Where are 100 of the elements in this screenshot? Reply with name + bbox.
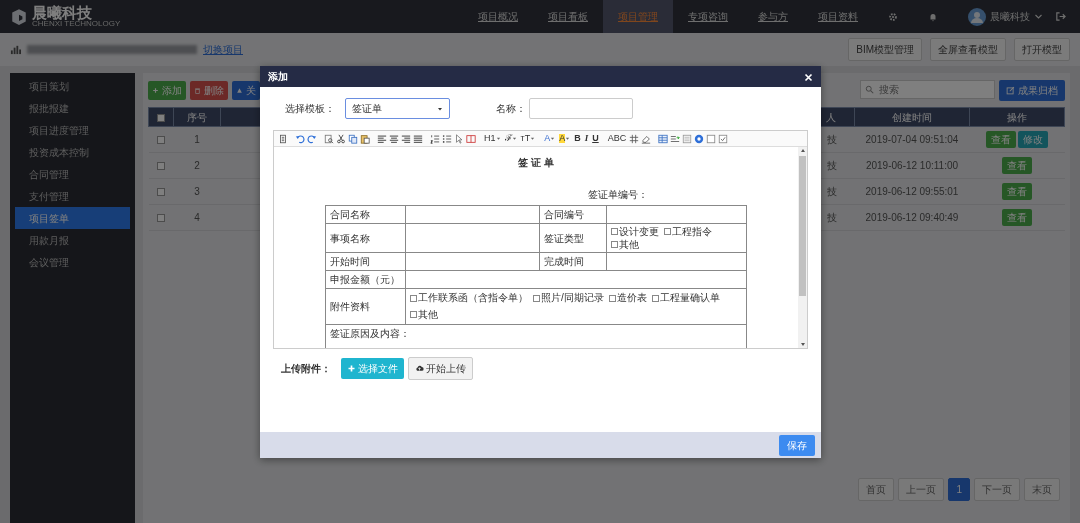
sidebar-item[interactable]: 报批报建 [15, 97, 130, 119]
checkbox[interactable] [157, 136, 165, 145]
document-title: 签 证 单 [517, 156, 555, 170]
form-label: 附件资料 [330, 301, 370, 312]
trash-icon [194, 87, 201, 94]
format-button[interactable]: A [543, 134, 557, 143]
copy-icon[interactable] [348, 133, 358, 144]
checkbox[interactable] [157, 188, 165, 197]
align-center-icon[interactable] [389, 133, 399, 144]
table-cell: 3 [194, 186, 200, 197]
settings-icon[interactable] [888, 11, 898, 22]
redo-icon[interactable] [307, 133, 317, 144]
align-left-icon[interactable] [377, 133, 387, 144]
checkbox[interactable] [157, 162, 165, 171]
search-field[interactable]: 搜索 [860, 80, 995, 99]
paste-icon[interactable] [360, 133, 370, 144]
checkbox-option[interactable]: 工程量确认单 [651, 290, 720, 306]
scroll-down-icon[interactable] [799, 342, 806, 348]
name-input[interactable] [529, 98, 633, 119]
toolbar-button[interactable]: 删除 [190, 81, 228, 100]
sidebar-item[interactable]: 项目进度管理 [15, 119, 130, 141]
nav-tab[interactable]: 项目管理 [603, 0, 673, 33]
action-button[interactable]: 查看 [986, 131, 1016, 148]
upload-label: 上传附件： [281, 362, 331, 376]
cut-icon[interactable] [336, 133, 346, 144]
help-icon[interactable] [694, 133, 705, 144]
table-icon[interactable] [658, 133, 669, 144]
bell-icon[interactable] [928, 11, 938, 22]
model-button[interactable]: 打开模型 [1014, 38, 1070, 61]
logout-icon[interactable] [1055, 11, 1066, 22]
page-button[interactable]: 首页 [858, 478, 895, 501]
toolbar-button[interactable]: 关 [232, 81, 260, 100]
justify-icon[interactable] [413, 133, 423, 144]
format-button[interactable]: ABC [606, 134, 628, 143]
action-button[interactable]: 查看 [1002, 183, 1032, 200]
avatar-icon[interactable] [968, 7, 986, 26]
toolbar-button[interactable]: 添加 [148, 81, 186, 100]
undo-icon[interactable] [295, 133, 305, 144]
table-cell: 1 [194, 134, 200, 145]
plus-icon [347, 364, 356, 373]
format-button[interactable]: I [583, 134, 590, 143]
dropdown-caret-icon [437, 105, 443, 112]
format-button[interactable]: тT [519, 134, 537, 143]
cursor-icon[interactable] [454, 133, 464, 144]
upload-button[interactable]: 开始上传 [408, 357, 473, 380]
checkbox-option[interactable]: 其他 [611, 238, 639, 251]
checkbox-option[interactable]: 工作联系函（含指令单） [410, 290, 528, 306]
checkbox-icon[interactable] [706, 133, 717, 144]
checkbox-option[interactable]: 设计变更 [611, 225, 659, 238]
checkbox[interactable] [157, 113, 165, 122]
plus-icon [152, 87, 159, 94]
page-button[interactable]: 末页 [1024, 478, 1060, 501]
sidebar-item[interactable]: 项目签单 [15, 207, 130, 229]
grid-icon[interactable] [629, 133, 640, 144]
format-button[interactable]: B [573, 134, 582, 143]
archive-button[interactable]: 成果归档 [999, 80, 1065, 101]
upload-button[interactable]: 选择文件 [341, 358, 404, 379]
nav-tab[interactable]: 项目看板 [533, 0, 603, 33]
action-button[interactable]: 查看 [1002, 209, 1032, 226]
action-button[interactable]: 修改 [1018, 131, 1048, 148]
format-button[interactable]: U [591, 134, 600, 143]
frame-icon[interactable] [682, 133, 693, 144]
checkbox-option[interactable]: 其他 [410, 306, 438, 323]
sidebar-item[interactable]: 支付管理 [15, 185, 130, 207]
checkbox[interactable] [157, 214, 165, 223]
user-name[interactable]: 晨曦科技 [990, 9, 1030, 24]
sidebar-item[interactable]: 项目策划 [15, 75, 130, 97]
sidebar-item[interactable]: 会议管理 [15, 251, 130, 273]
checkbox-option[interactable]: 工程指令 [664, 225, 712, 238]
document-icon[interactable] [278, 133, 288, 144]
nav-tab[interactable]: 项目资料 [803, 0, 873, 33]
switch-project-link[interactable]: 切换项目 [203, 42, 243, 57]
model-button[interactable]: BIM模型管理 [848, 38, 922, 61]
caret-icon[interactable] [1034, 12, 1043, 21]
insert-row-icon[interactable] [670, 133, 681, 144]
save-button[interactable]: 保存 [779, 434, 815, 456]
page-button[interactable]: 1 [948, 478, 970, 501]
model-button[interactable]: 全屏查看模型 [930, 38, 1006, 61]
nav-tab[interactable]: 项目概况 [463, 0, 533, 33]
nav-tab[interactable]: 专项咨询 [673, 0, 743, 33]
nav-tab[interactable]: 参与方 [743, 0, 803, 33]
checked-box-icon[interactable] [718, 133, 729, 144]
checkbox-option[interactable]: 造价表 [608, 290, 647, 306]
sidebar-item[interactable]: 投资成本控制 [15, 141, 130, 163]
table-cell: 技 [826, 134, 837, 145]
eraser-icon[interactable] [641, 133, 652, 144]
checkbox-option[interactable]: 照片/同期记录 [533, 290, 604, 306]
action-button[interactable]: 查看 [1002, 157, 1032, 174]
form-label: 合同名称 [330, 209, 370, 220]
scrollbar[interactable] [798, 147, 807, 348]
bullet-list-icon[interactable] [442, 133, 452, 144]
sidebar-item[interactable]: 合同管理 [15, 163, 130, 185]
align-right-icon[interactable] [401, 133, 411, 144]
table-cell: 技 [826, 212, 837, 223]
preview-icon[interactable] [324, 133, 334, 144]
numbered-list-icon[interactable] [430, 133, 440, 144]
format-button[interactable]: H1 [483, 134, 502, 143]
format-button[interactable]: ℱ [503, 134, 518, 143]
template-select[interactable]: 签证单 [345, 98, 450, 119]
merge-cells-icon[interactable] [466, 133, 476, 144]
